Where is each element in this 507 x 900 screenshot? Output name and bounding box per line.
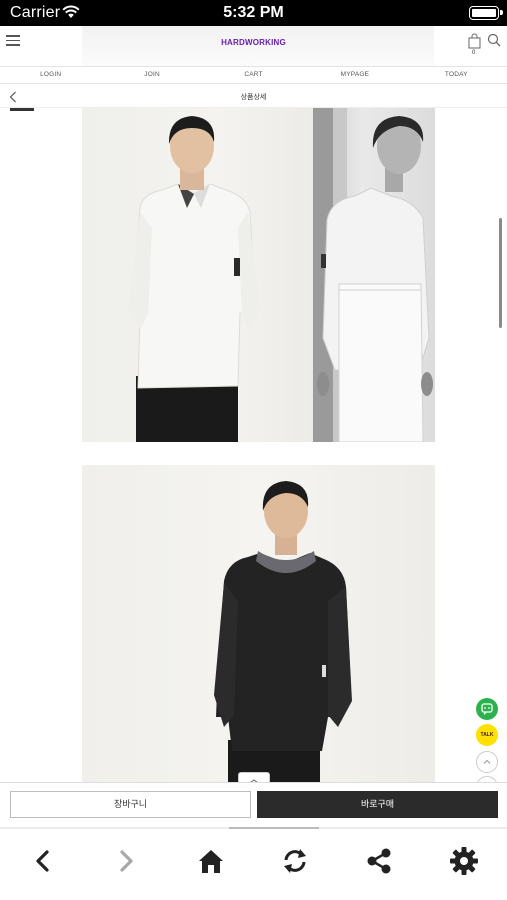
product-image-white-jacket [82, 108, 313, 442]
product-image-black-jacket [82, 465, 435, 783]
buy-now-button[interactable]: 바로구매 [257, 791, 498, 818]
top-nav: LOGIN JOIN CART MYPAGE TODAY [0, 66, 507, 84]
share-icon[interactable] [357, 841, 401, 881]
site-logo[interactable]: HARDWORKING [0, 38, 507, 47]
cart-count-badge: 0 [472, 50, 476, 56]
scrollbar-thumb[interactable] [499, 218, 502, 328]
kakao-talk-label: TALK [480, 732, 494, 738]
site-header: HARDWORKING 0 [0, 26, 507, 66]
talk-chat-icon[interactable] [476, 698, 498, 720]
browser-toolbar [0, 829, 507, 900]
battery-icon [469, 6, 503, 20]
nav-join[interactable]: JOIN [101, 67, 202, 83]
kakao-talk-icon[interactable]: TALK [476, 724, 498, 746]
page-title: 상품상세 [240, 94, 267, 101]
search-icon[interactable] [487, 33, 501, 52]
purchase-bar: 장바구니 바로구매 [0, 782, 507, 827]
active-tab-indicator [10, 108, 34, 111]
status-bar: Carrier 5:32 PM [0, 0, 507, 26]
clock: 5:32 PM [223, 4, 284, 21]
product-image-white-apron [313, 108, 435, 442]
add-to-cart-button[interactable]: 장바구니 [10, 791, 251, 818]
nav-login[interactable]: LOGIN [0, 67, 101, 83]
collapse-panel-toggle[interactable] [238, 772, 270, 784]
page-subheader: 상품상세 [0, 84, 507, 111]
nav-mypage[interactable]: MYPAGE [304, 67, 405, 83]
nav-cart[interactable]: CART [203, 67, 304, 83]
nav-today[interactable]: TODAY [406, 67, 507, 83]
settings-icon[interactable] [442, 841, 486, 881]
scroll-top-icon[interactable] [476, 751, 498, 773]
home-icon[interactable] [189, 841, 233, 881]
back-icon[interactable] [21, 841, 65, 881]
forward-icon[interactable] [104, 841, 148, 881]
refresh-icon[interactable] [273, 841, 317, 881]
